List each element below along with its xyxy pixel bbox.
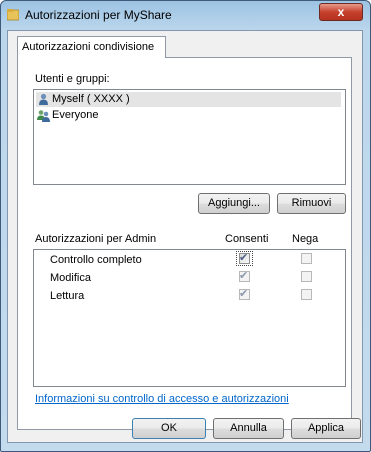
access-control-help-link[interactable]: Informazioni su controllo di accesso e a…: [35, 393, 289, 405]
permissions-list: [33, 249, 346, 387]
apply-button[interactable]: Applica: [291, 418, 361, 439]
add-button[interactable]: Aggiungi...: [198, 193, 270, 214]
users-list[interactable]: Myself ( XXXX ) Everyone: [33, 89, 346, 185]
deny-modify-checkbox[interactable]: [301, 271, 312, 282]
list-item-myself[interactable]: Myself ( XXXX ): [36, 92, 341, 107]
shared-folder-icon: [7, 9, 19, 21]
allow-read-checkbox[interactable]: ✔: [239, 288, 250, 300]
check-icon: ✔: [239, 288, 249, 300]
list-item-everyone[interactable]: Everyone: [36, 108, 341, 123]
allow-column-header: Consenti: [225, 233, 269, 245]
permission-read: Lettura: [50, 290, 85, 302]
cancel-button[interactable]: Annulla: [213, 418, 284, 439]
window-title: Autorizzazioni per MyShare: [25, 8, 172, 22]
check-icon: ✔: [239, 270, 249, 282]
user-name: Everyone: [52, 109, 99, 121]
permissions-header: Autorizzazioni per Admin: [35, 233, 157, 245]
check-icon: ✔: [239, 252, 249, 264]
permission-full-control: Controllo completo: [50, 254, 142, 266]
ok-button[interactable]: OK: [132, 418, 206, 439]
users-group-icon: [37, 110, 50, 122]
title-bar[interactable]: Autorizzazioni per MyShare x: [1, 1, 370, 29]
user-name: Myself ( XXXX ): [52, 93, 130, 105]
deny-read-checkbox[interactable]: [301, 289, 312, 300]
allow-modify-checkbox[interactable]: ✔: [239, 270, 250, 282]
users-label: Utenti e gruppi:: [35, 73, 110, 85]
user-icon: [39, 93, 48, 105]
close-icon: x: [337, 5, 345, 19]
tab-label: Autorizzazioni condivisione: [22, 41, 155, 53]
permission-modify: Modifica: [50, 272, 91, 284]
close-button[interactable]: x: [319, 3, 363, 21]
deny-full-control-checkbox[interactable]: [301, 253, 312, 264]
deny-column-header: Nega: [292, 233, 319, 245]
remove-button[interactable]: Rimuovi: [277, 193, 346, 214]
tab-share-permissions[interactable]: Autorizzazioni condivisione: [17, 36, 166, 58]
allow-full-control-checkbox[interactable]: ✔: [239, 252, 250, 264]
